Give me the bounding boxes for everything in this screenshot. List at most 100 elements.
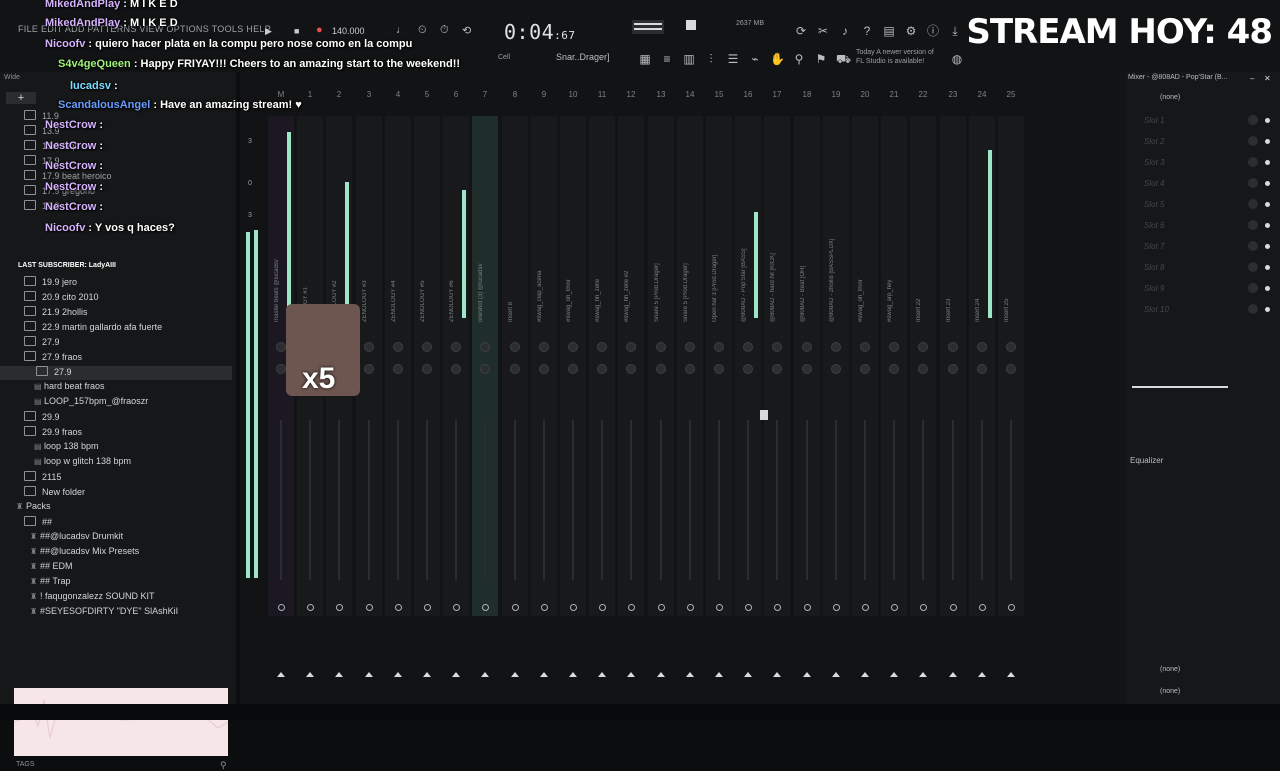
waveform-preview[interactable] — [13, 688, 229, 756]
slot-enable-led[interactable] — [1265, 202, 1270, 207]
volume-fader[interactable] — [601, 420, 603, 580]
route-arrow[interactable] — [686, 672, 694, 677]
browser-item[interactable]: 22.9 martin gallardo afa fuerte — [0, 321, 232, 335]
browser-item[interactable]: 29.9 fraos — [0, 426, 232, 440]
pan-knob[interactable] — [568, 342, 578, 352]
effect-slot[interactable]: Slot 7 — [1134, 238, 1272, 256]
pan-knob[interactable] — [276, 342, 286, 352]
pan-knob[interactable] — [743, 342, 753, 352]
pan-knob[interactable] — [948, 342, 958, 352]
pan-knob[interactable] — [451, 342, 461, 352]
touch-icon[interactable]: ✋ — [770, 52, 785, 66]
mixer-icon[interactable]: ⫶ — [704, 52, 718, 66]
browser-item[interactable]: New folder — [0, 486, 232, 500]
route-arrow[interactable] — [394, 672, 402, 677]
slot-mix-knob[interactable] — [1248, 283, 1258, 293]
close-icon[interactable]: ✕ — [1264, 74, 1271, 83]
browser-item[interactable]: ♜ ##@lucadsv Mix Presets — [0, 546, 232, 560]
volume-fader[interactable] — [835, 420, 837, 580]
stereo-knob[interactable] — [422, 364, 432, 374]
slot-enable-led[interactable] — [1265, 244, 1270, 249]
output-select-1[interactable]: (none) — [1134, 664, 1272, 678]
update-notice[interactable]: Today A newer version of FL Studio is ava… — [856, 48, 934, 66]
browser-item[interactable]: ▤ LOOP_157bpm_@fraoszr — [0, 396, 232, 410]
mic-icon[interactable]: ♪ — [838, 24, 852, 38]
stereo-knob[interactable] — [276, 364, 286, 374]
help-icon[interactable]: ? — [860, 24, 874, 38]
save-icon[interactable]: ▤ — [882, 24, 896, 38]
route-arrow[interactable] — [773, 672, 781, 677]
route-arrow[interactable] — [861, 672, 869, 677]
volume-fader[interactable] — [1010, 420, 1012, 580]
minimize-icon[interactable]: – — [1250, 74, 1254, 83]
stereo-knob[interactable] — [568, 364, 578, 374]
slot-enable-led[interactable] — [1265, 286, 1270, 291]
send-dot[interactable] — [950, 604, 957, 611]
route-arrow[interactable] — [803, 672, 811, 677]
route-arrow[interactable] — [335, 672, 343, 677]
browser-item[interactable]: 19.9 jero — [0, 276, 232, 290]
stereo-knob[interactable] — [918, 364, 928, 374]
stereo-knob[interactable] — [772, 364, 782, 374]
route-arrow[interactable] — [978, 672, 986, 677]
route-arrow[interactable] — [481, 672, 489, 677]
effect-slot[interactable]: Slot 10 — [1134, 301, 1272, 319]
plug-icon[interactable]: ⌁ — [748, 52, 762, 66]
input-select[interactable]: (none) — [1134, 92, 1272, 106]
volume-fader[interactable] — [864, 420, 866, 580]
metronome-icon[interactable]: ♩ — [396, 24, 407, 36]
pan-knob[interactable] — [977, 342, 987, 352]
send-dot[interactable] — [774, 604, 781, 611]
pan-knob[interactable] — [656, 342, 666, 352]
send-dot[interactable] — [336, 604, 343, 611]
browser-item[interactable]: ♜ ##@lucadsv Drumkit — [0, 531, 232, 545]
browser-item[interactable]: ♜ #SEYESOFDIRTY "DYE" SlAshKiI — [0, 606, 232, 620]
volume-fader[interactable] — [280, 420, 282, 580]
browser-item[interactable]: ▤ hard beat fraos — [0, 381, 232, 395]
slot-enable-led[interactable] — [1265, 118, 1270, 123]
send-dot[interactable] — [862, 604, 869, 611]
pattern-icon[interactable] — [686, 20, 696, 30]
refresh-icon[interactable]: ⟳ — [794, 24, 808, 38]
send-dot[interactable] — [628, 604, 635, 611]
pan-knob[interactable] — [626, 342, 636, 352]
send-dot[interactable] — [687, 604, 694, 611]
pan-knob[interactable] — [860, 342, 870, 352]
send-dot[interactable] — [307, 604, 314, 611]
route-arrow[interactable] — [919, 672, 927, 677]
piano-roll-icon[interactable]: ▥ — [682, 52, 696, 66]
stereo-knob[interactable] — [656, 364, 666, 374]
effect-slot[interactable]: Slot 2 — [1134, 133, 1272, 151]
browser-item[interactable]: 29.9 — [0, 411, 232, 425]
pan-knob[interactable] — [802, 342, 812, 352]
browser-item[interactable]: ▤ loop 138 bpm — [0, 441, 232, 455]
route-arrow[interactable] — [452, 672, 460, 677]
browser-item[interactable]: 20.9 cito 2010 — [0, 291, 232, 305]
route-arrow[interactable] — [511, 672, 519, 677]
stereo-knob[interactable] — [539, 364, 549, 374]
send-dot[interactable] — [366, 604, 373, 611]
send-dot[interactable] — [920, 604, 927, 611]
slot-mix-knob[interactable] — [1248, 178, 1258, 188]
send-dot[interactable] — [891, 604, 898, 611]
stereo-knob[interactable] — [626, 364, 636, 374]
volume-fader[interactable] — [776, 420, 778, 580]
record-icon[interactable]: ● — [316, 24, 323, 36]
browser-icon[interactable]: ☰ — [726, 52, 740, 66]
pan-knob[interactable] — [714, 342, 724, 352]
browser-item[interactable]: ♜ ## EDM — [0, 561, 232, 575]
route-arrow[interactable] — [598, 672, 606, 677]
slot-enable-led[interactable] — [1265, 139, 1270, 144]
browser-item[interactable]: ## — [0, 516, 232, 530]
browser-item[interactable]: ♜! faqugonzalezz SOUND KIT — [0, 591, 232, 605]
pan-knob[interactable] — [510, 342, 520, 352]
effect-slot[interactable]: Slot 1 — [1134, 112, 1272, 130]
stereo-knob[interactable] — [597, 364, 607, 374]
send-dot[interactable] — [453, 604, 460, 611]
playlist-icon[interactable]: ▦ — [638, 52, 652, 66]
send-dot[interactable] — [804, 604, 811, 611]
effect-slot[interactable]: Slot 6 — [1134, 217, 1272, 235]
globe-icon[interactable]: ◍ — [950, 52, 964, 66]
volume-fader[interactable] — [484, 420, 486, 580]
volume-fader[interactable] — [806, 420, 808, 580]
